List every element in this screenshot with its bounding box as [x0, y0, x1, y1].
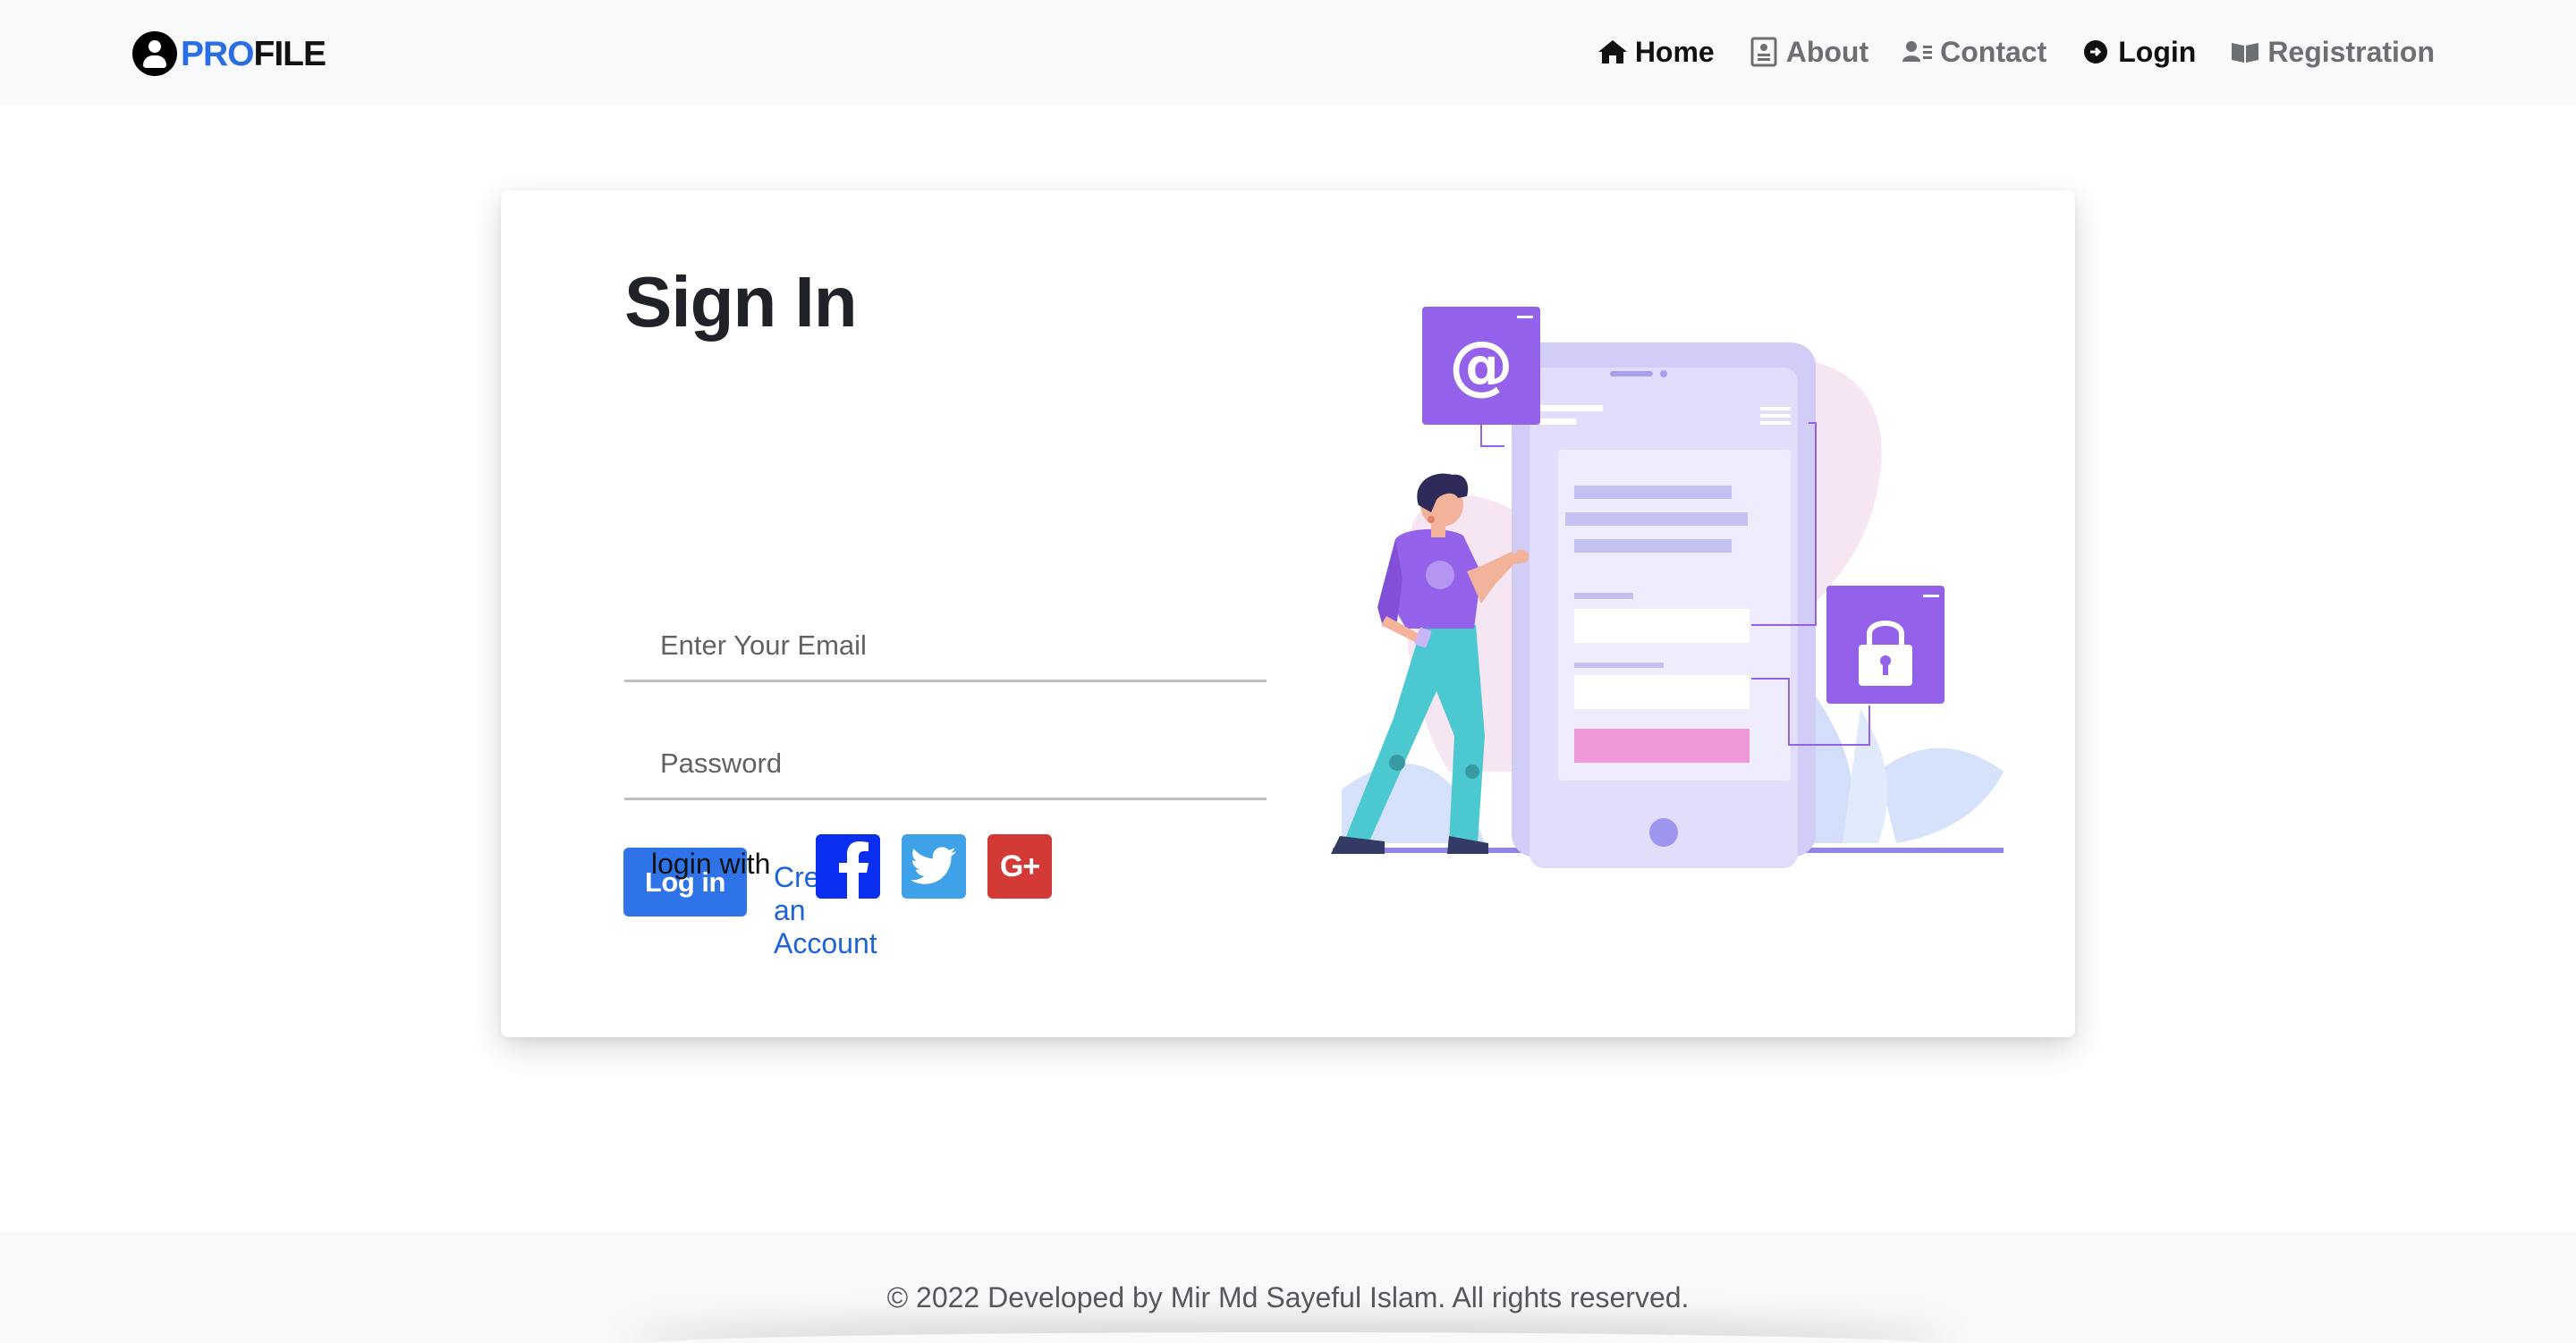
footer: © 2022 Developed by Mir Md Sayeful Islam… — [0, 1232, 2576, 1343]
home-icon — [1597, 37, 1628, 67]
nav-registration[interactable]: Registration — [2230, 36, 2435, 69]
brand-name: PROFILE — [181, 37, 326, 72]
footer-shadow — [626, 1332, 1950, 1343]
signin-card: Sign In Log in Create an Account login w… — [501, 190, 2075, 1037]
google-plus-login-button[interactable]: G+ — [987, 834, 1052, 899]
open-book-icon — [2230, 37, 2260, 67]
facebook-login-button[interactable] — [816, 834, 880, 899]
facebook-icon — [839, 841, 869, 899]
brand-logo[interactable]: PROFILE — [132, 30, 326, 77]
svg-text:@: @ — [1449, 327, 1513, 402]
page-title: Sign In — [624, 262, 858, 342]
nav-registration-label: Registration — [2267, 35, 2435, 68]
nav-contact-label: Contact — [1940, 35, 2047, 68]
login-with-label: login with — [651, 848, 771, 880]
main-nav: Home About Contact Login Registration — [1563, 30, 2435, 73]
email-field[interactable] — [624, 611, 1267, 682]
user-circle-icon — [132, 31, 177, 76]
footer-copyright: © 2022 Developed by Mir Md Sayeful Islam… — [886, 1281, 1690, 1313]
login-icon — [2080, 37, 2111, 67]
document-icon — [1749, 37, 1779, 67]
nav-home[interactable]: Home — [1597, 36, 1715, 69]
nav-home-label: Home — [1634, 35, 1715, 68]
twitter-icon — [911, 847, 956, 884]
brand-pro: PRO — [181, 34, 255, 73]
contact-card-icon — [1902, 37, 1933, 67]
brand-file: FILE — [253, 34, 326, 73]
nav-about-label: About — [1785, 35, 1869, 68]
nav-login[interactable]: Login — [2080, 36, 2196, 69]
twitter-login-button[interactable] — [902, 834, 966, 899]
password-field[interactable] — [624, 729, 1267, 800]
nav-contact[interactable]: Contact — [1902, 36, 2046, 69]
signin-illustration: @ — [1331, 307, 2004, 868]
nav-login-label: Login — [2118, 35, 2197, 68]
navbar: PROFILE Home About Contact Login Registr… — [0, 0, 2576, 105]
nav-about[interactable]: About — [1749, 36, 1868, 69]
google-plus-icon: G+ — [999, 849, 1040, 883]
